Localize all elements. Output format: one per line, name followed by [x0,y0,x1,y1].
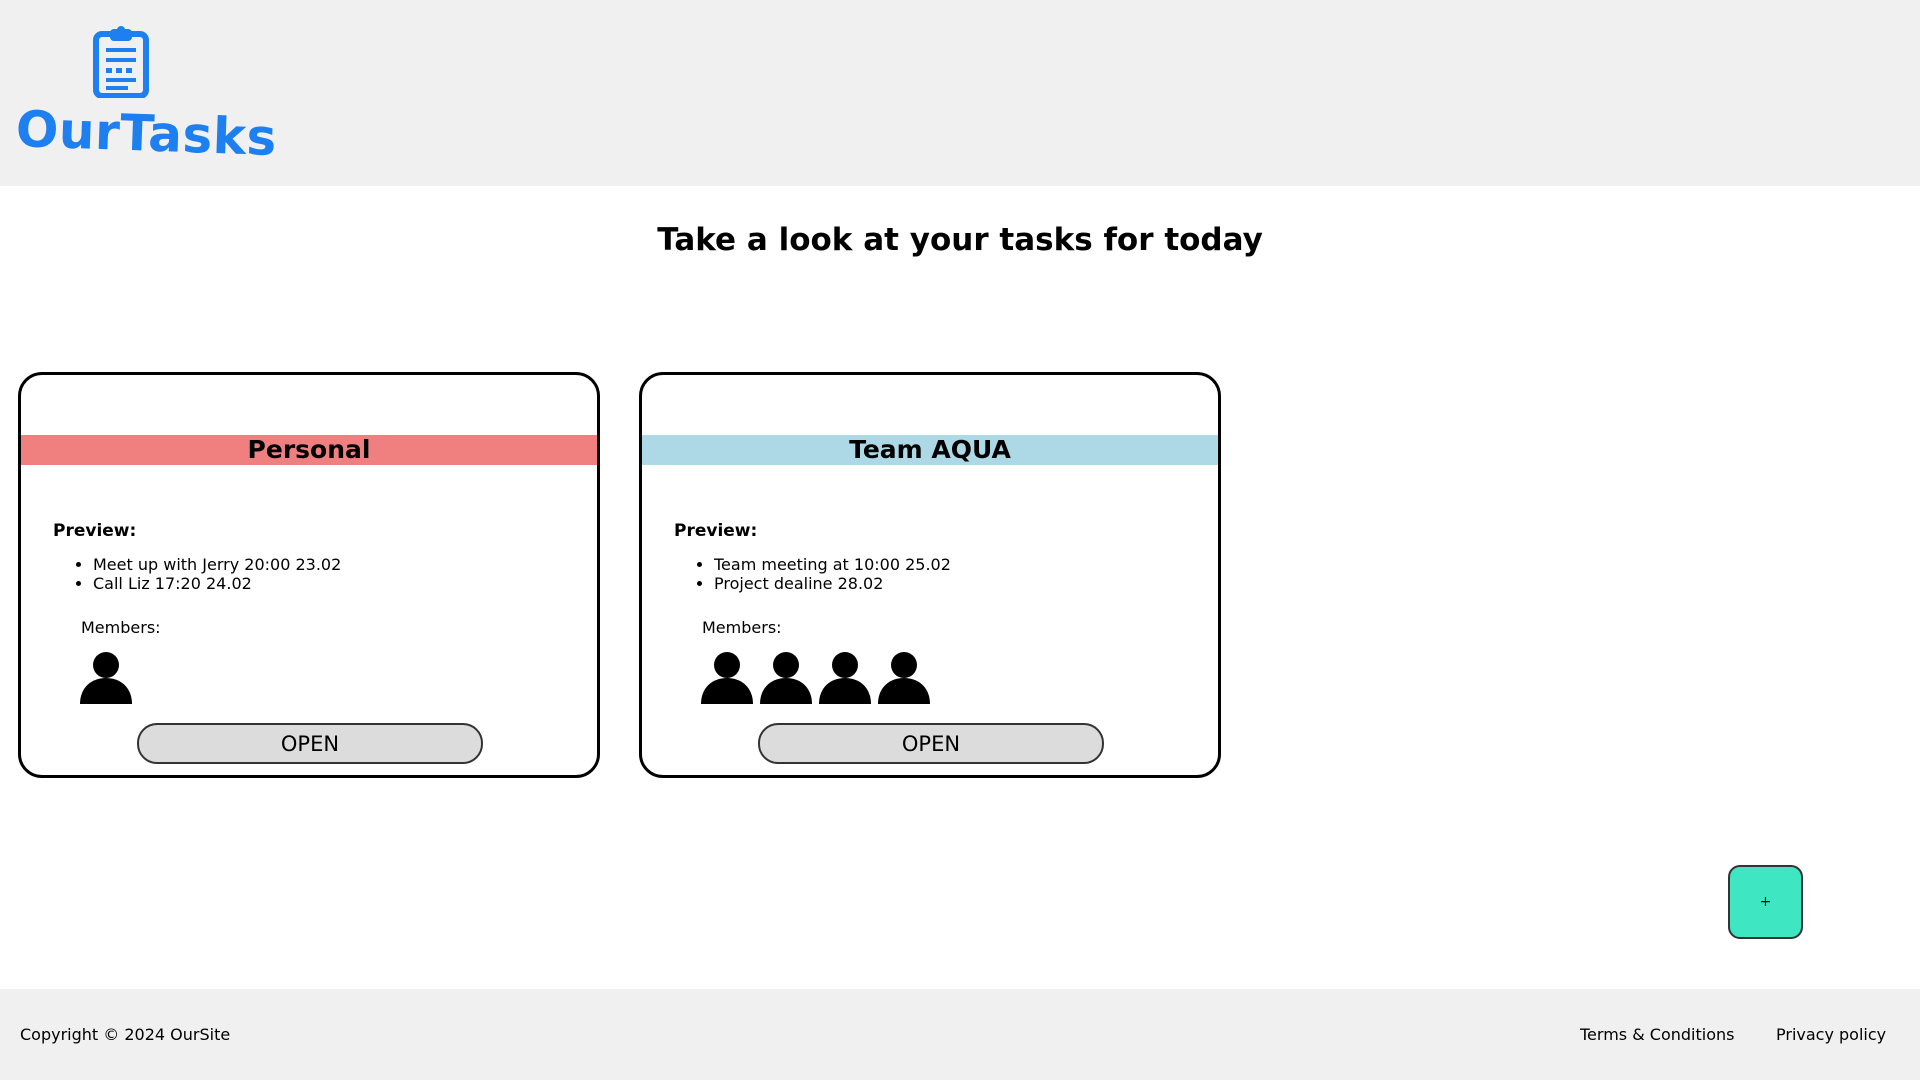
task-card-personal: Personal Preview: Meet up with Jerry 20:… [18,372,600,778]
preview-label: Preview: [674,521,758,541]
copyright-text: Copyright © 2024 OurSite [20,1025,231,1044]
list-item: Call Liz 17:20 24.02 [93,574,341,593]
privacy-link[interactable]: Privacy policy [1776,1025,1886,1044]
site-header: OurTasks [0,0,1920,186]
open-button[interactable]: OPEN [758,723,1104,764]
clipboard-icon [93,26,149,98]
list-item: Meet up with Jerry 20:00 23.02 [93,555,341,574]
person-icon [80,652,132,704]
person-icon [819,652,871,704]
brand-name: OurTasks [14,100,278,168]
task-card-team-aqua: Team AQUA Preview: Team meeting at 10:00… [639,372,1221,778]
person-icon [760,652,812,704]
members-list [700,650,931,704]
page-title: Take a look at your tasks for today [657,222,1263,258]
brand-logo[interactable]: OurTasks [14,22,278,167]
person-icon [878,652,930,704]
list-item: Team meeting at 10:00 25.02 [714,555,951,574]
person-icon [701,652,753,704]
list-item: Project dealine 28.02 [714,574,951,593]
site-footer: Copyright © 2024 OurSite Terms & Conditi… [0,989,1920,1080]
terms-link[interactable]: Terms & Conditions [1580,1025,1734,1044]
members-list [79,650,133,704]
preview-list: Team meeting at 10:00 25.02 Project deal… [714,555,951,593]
preview-list: Meet up with Jerry 20:00 23.02 Call Liz … [93,555,341,593]
open-button[interactable]: OPEN [137,723,483,764]
members-label: Members: [81,618,161,637]
page: OurTasks Take a look at your tasks for t… [0,0,1920,1080]
add-task-button[interactable]: + [1728,865,1803,939]
preview-label: Preview: [53,521,137,541]
members-label: Members: [702,618,782,637]
card-title: Personal [21,435,597,465]
card-title: Team AQUA [642,435,1218,465]
